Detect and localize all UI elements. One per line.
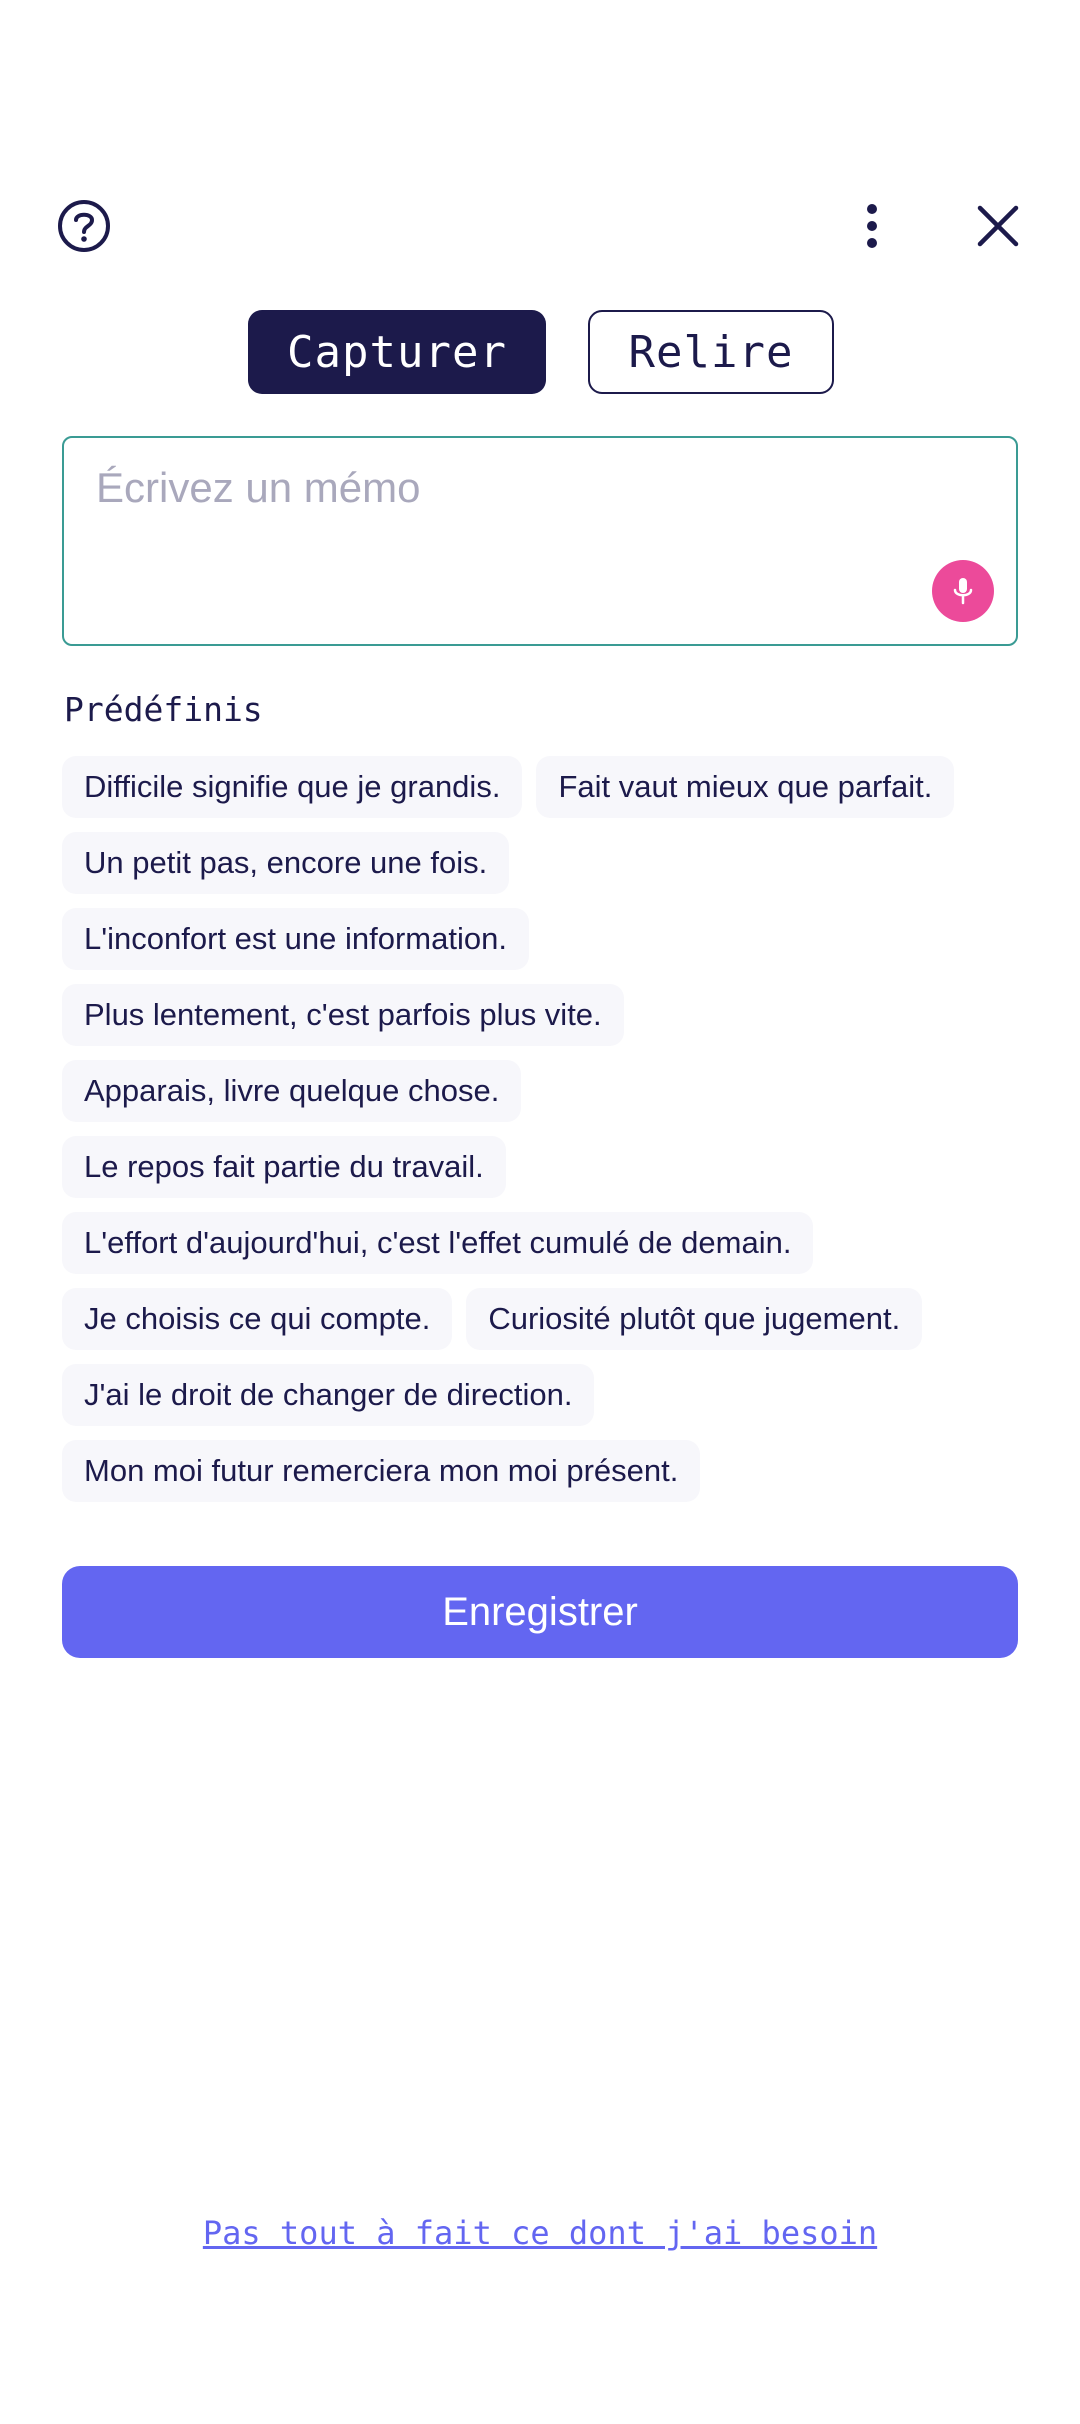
preset-chip[interactable]: L'effort d'aujourd'hui, c'est l'effet cu… bbox=[62, 1212, 814, 1274]
close-button[interactable] bbox=[962, 190, 1034, 262]
preset-chip[interactable]: Le repos fait partie du travail. bbox=[62, 1136, 506, 1198]
preset-chip[interactable]: Apparais, livre quelque chose. bbox=[62, 1060, 522, 1122]
chip-row: Difficile signifie que je grandis. Fait … bbox=[62, 756, 1022, 818]
not-what-i-need-link[interactable]: Pas tout à fait ce dont j'ai besoin bbox=[0, 2214, 1080, 2252]
more-options-button[interactable] bbox=[836, 190, 908, 262]
chip-row: Le repos fait partie du travail. bbox=[62, 1136, 1022, 1198]
preset-chip[interactable]: Fait vaut mieux que parfait. bbox=[536, 756, 955, 818]
memo-input[interactable] bbox=[96, 458, 916, 518]
chip-row: L'inconfort est une information. bbox=[62, 908, 1022, 970]
microphone-icon bbox=[953, 578, 973, 605]
preset-chip[interactable]: Difficile signifie que je grandis. bbox=[62, 756, 523, 818]
chip-row: J'ai le droit de changer de direction. bbox=[62, 1364, 1022, 1426]
help-circle-icon bbox=[58, 200, 110, 252]
chip-row: Mon moi futur remerciera mon moi présent… bbox=[62, 1440, 1022, 1502]
chip-row: L'effort d'aujourd'hui, c'est l'effet cu… bbox=[62, 1212, 1022, 1274]
preset-chips: Difficile signifie que je grandis. Fait … bbox=[62, 756, 1022, 1516]
memo-box bbox=[62, 436, 1018, 646]
preset-chip[interactable]: L'inconfort est une information. bbox=[62, 908, 529, 970]
top-bar bbox=[0, 190, 1080, 262]
chip-row: Je choisis ce qui compte. Curiosité plut… bbox=[62, 1288, 1022, 1350]
close-icon bbox=[977, 205, 1019, 247]
preset-chip[interactable]: Je choisis ce qui compte. bbox=[62, 1288, 453, 1350]
preset-chip[interactable]: Un petit pas, encore une fois. bbox=[62, 832, 510, 894]
preset-chip[interactable]: J'ai le droit de changer de direction. bbox=[62, 1364, 595, 1426]
presets-title: Prédéfinis bbox=[64, 690, 263, 729]
chip-row: Apparais, livre quelque chose. bbox=[62, 1060, 1022, 1122]
preset-chip[interactable]: Mon moi futur remerciera mon moi présent… bbox=[62, 1440, 701, 1502]
chip-row: Plus lentement, c'est parfois plus vite. bbox=[62, 984, 1022, 1046]
preset-chip[interactable]: Curiosité plutôt que jugement. bbox=[466, 1288, 923, 1350]
chip-row: Un petit pas, encore une fois. bbox=[62, 832, 1022, 894]
microphone-button[interactable] bbox=[932, 560, 994, 622]
save-button[interactable]: Enregistrer bbox=[62, 1566, 1018, 1658]
help-button[interactable] bbox=[48, 190, 120, 262]
more-vertical-icon bbox=[867, 204, 877, 248]
tab-capture[interactable]: Capturer bbox=[248, 310, 546, 394]
preset-chip[interactable]: Plus lentement, c'est parfois plus vite. bbox=[62, 984, 624, 1046]
tab-review[interactable]: Relire bbox=[588, 310, 834, 394]
